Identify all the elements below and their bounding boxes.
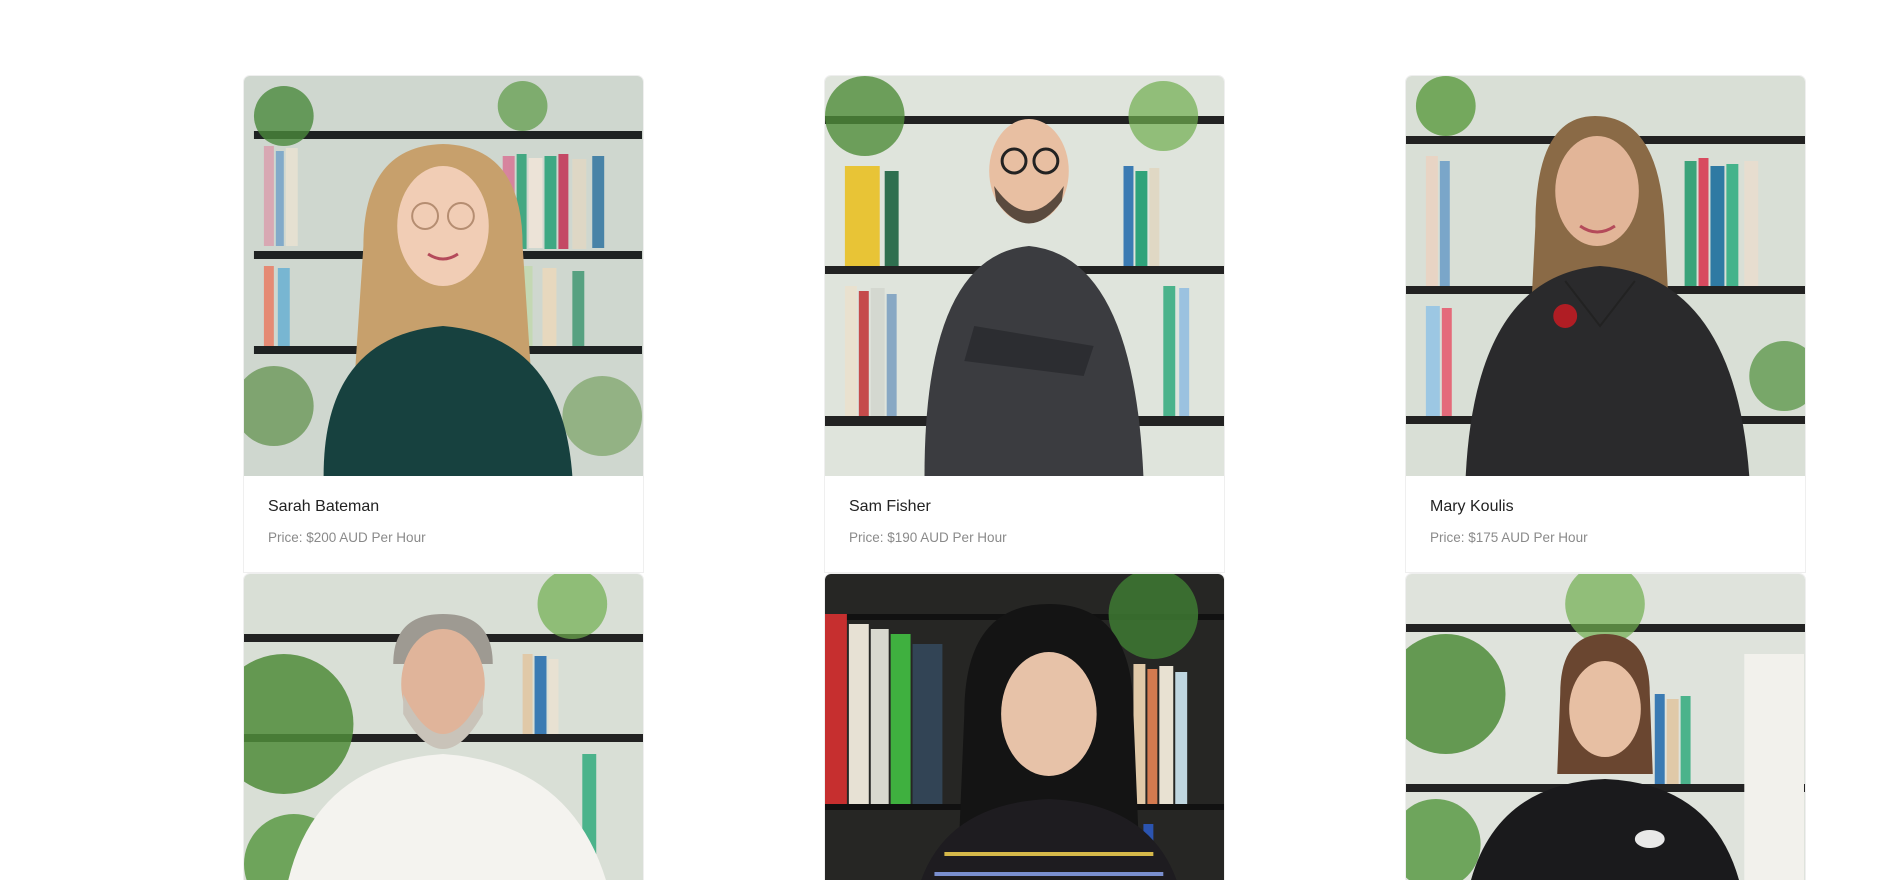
tutor-name[interactable]: Mary Koulis: [1430, 498, 1781, 516]
tutor-card[interactable]: [1405, 573, 1806, 880]
tutor-info: Sarah Bateman Price: $200 AUD Per Hour: [244, 476, 643, 572]
tutor-price: Price: $200 AUD Per Hour: [268, 530, 426, 545]
woman-red-necklace-portrait[interactable]: [1406, 76, 1805, 476]
tutor-price: Price: $190 AUD Per Hour: [849, 530, 1007, 545]
tutor-card[interactable]: [824, 573, 1225, 880]
tutor-card[interactable]: Sam Fisher Price: $190 AUD Per Hour: [824, 75, 1225, 573]
tutor-price: Price: $175 AUD Per Hour: [1430, 530, 1588, 545]
tutor-grid: Sarah Bateman Price: $200 AUD Per Hour S…: [243, 75, 1806, 880]
tutor-name[interactable]: Sam Fisher: [849, 498, 1200, 516]
tutor-card[interactable]: [243, 573, 644, 880]
tutor-card[interactable]: Mary Koulis Price: $175 AUD Per Hour: [1405, 75, 1806, 573]
tutor-card[interactable]: Sarah Bateman Price: $200 AUD Per Hour: [243, 75, 644, 573]
woman-dark-hair-portrait[interactable]: [825, 574, 1224, 880]
tutor-info: Sam Fisher Price: $190 AUD Per Hour: [825, 476, 1224, 572]
tutor-name[interactable]: Sarah Bateman: [268, 498, 619, 516]
page: Sarah Bateman Price: $200 AUD Per Hour S…: [0, 0, 1889, 880]
man-glasses-beard-portrait[interactable]: [825, 76, 1224, 476]
man-grey-beard-portrait[interactable]: [244, 574, 643, 880]
tutor-info: Mary Koulis Price: $175 AUD Per Hour: [1406, 476, 1805, 572]
woman-blonde-glasses-portrait[interactable]: [244, 76, 643, 476]
woman-polo-shirt-portrait[interactable]: [1406, 574, 1805, 880]
